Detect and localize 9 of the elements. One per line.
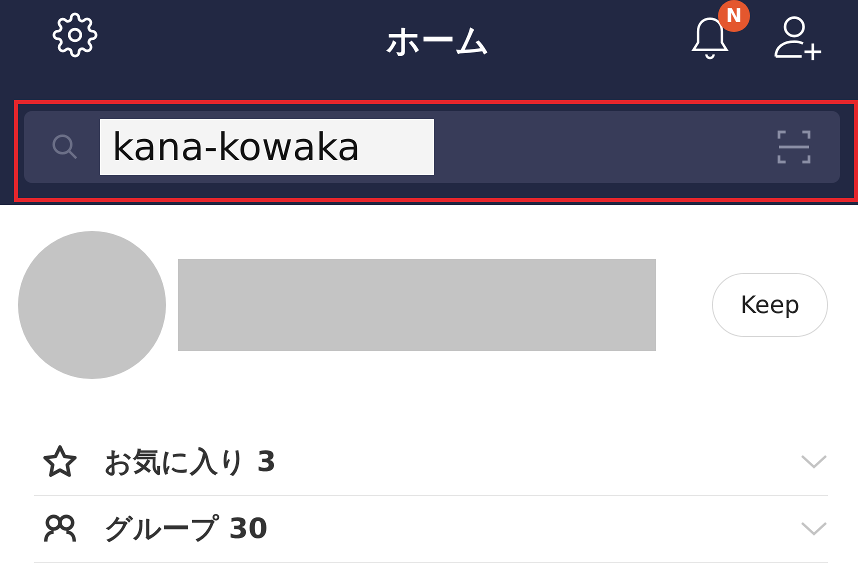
settings-button[interactable]	[52, 12, 98, 58]
screen-title: ホーム	[386, 20, 490, 63]
settings-icon	[52, 12, 98, 58]
search-input[interactable]: kana-kowaka	[100, 119, 434, 175]
keep-button[interactable]: Keep	[712, 273, 828, 337]
notification-badge: N	[718, 0, 750, 32]
section-label[interactable]: お気に入り 3	[104, 443, 776, 481]
section-label[interactable]: グループ 30	[104, 510, 776, 548]
search-icon	[50, 132, 80, 162]
